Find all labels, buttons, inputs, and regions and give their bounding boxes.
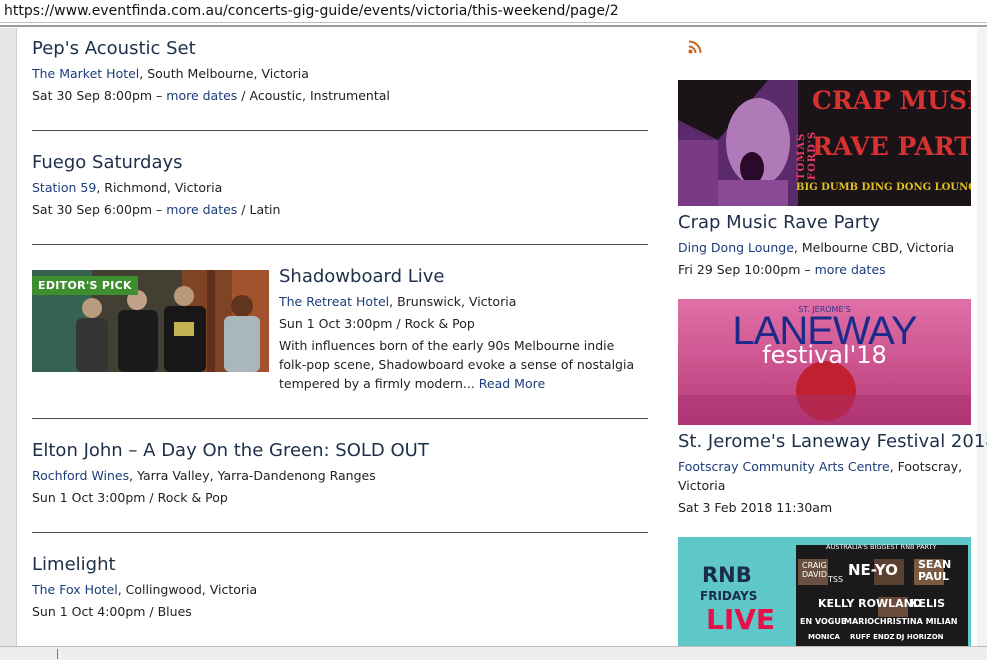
lineup-kelly: KELLY ROWLAND [818,597,922,610]
promo-location: Ding Dong Lounge, Melbourne CBD, Victori… [678,240,955,255]
banner-title-line2: RAVE PARTY [812,132,971,161]
event-date: Sat 30 Sep 8:00pm – more dates / Acousti… [32,88,390,103]
event-title[interactable]: Limelight [32,554,116,575]
lineup-monica: MONICA [808,633,840,641]
lineup-envogue: EN VOGUE [800,617,847,626]
lineup-kelis: KELIS [910,597,946,610]
left-margin [0,28,17,648]
event-description: With influences born of the early 90s Me… [279,338,635,391]
more-dates-link[interactable]: more dates [166,202,237,217]
divider [32,418,648,419]
status-bar [0,646,987,660]
event-title[interactable]: Pep's Acoustic Set [32,38,196,59]
event-date: Sun 1 Oct 3:00pm / Rock & Pop [279,316,475,331]
lineup-ruff: RUFF ENDZ [850,633,895,641]
event-venue-link[interactable]: Station 59 [32,180,96,195]
event-venue-link[interactable]: The Market Hotel [32,66,139,81]
lineup-neyo: NE-YO [848,561,898,579]
promo-venue-link[interactable]: Ding Dong Lounge [678,240,794,255]
promo-date: Sat 3 Feb 2018 11:30am [678,500,833,515]
banner-tagline: AUSTRALIA'S BIGGEST RNB PARTY [826,543,937,551]
promo-venue-link[interactable]: Footscray Community Arts Centre [678,459,890,474]
scrollbar-track[interactable] [977,28,987,648]
event-date: Sun 1 Oct 4:00pm / Blues [32,604,192,619]
event-location: The Retreat Hotel, Brunswick, Victoria [279,294,517,309]
banner-title-line1: CRAP MUSIC [812,86,971,115]
event-venue-link[interactable]: The Retreat Hotel [279,294,389,309]
promo-location: Footscray Community Arts Centre, Footscr… [678,459,963,493]
event-title[interactable]: Elton John – A Day On the Green: SOLD OU… [32,440,429,461]
lineup-sean: SEAN PAUL [918,558,952,583]
promo-banner-laneway[interactable]: ST. JEROME'S LANEWAY festival'18 [678,299,971,425]
editors-pick-badge: EDITOR'S PICK [32,276,138,295]
banner-subtitle: BIG DUMB DING DONG LOUNGE PARTIES [796,182,971,193]
promo-date: Fri 29 Sep 10:00pm – more dates [678,262,886,277]
lineup-christina: CHRISTINA MILIAN [874,617,958,626]
divider [32,130,648,131]
event-location: The Market Hotel, South Melbourne, Victo… [32,66,309,81]
banner-logo-line1: RNB [702,563,752,587]
more-dates-link[interactable]: more dates [166,88,237,103]
lineup-mario: MARIO [844,617,875,626]
banner-logo-line2: FRIDAYS [700,589,758,603]
read-more-link[interactable]: Read More [479,376,545,391]
event-thumbnail[interactable]: EDITOR'S PICK [32,270,269,372]
promo-title[interactable]: St. Jerome's Laneway Festival 2018 [678,431,987,452]
divider [32,532,648,533]
event-date: Sun 1 Oct 3:00pm / Rock & Pop [32,490,228,505]
event-location: The Fox Hotel, Collingwood, Victoria [32,582,258,597]
event-date: Sat 30 Sep 6:00pm – more dates / Latin [32,202,281,217]
divider [32,244,648,245]
banner-logo-line3: LIVE [706,603,776,636]
url-text: https://www.eventfinda.com.au/concerts-g… [4,3,619,19]
lineup-tss: TSS [828,575,844,584]
address-bar[interactable]: https://www.eventfinda.com.au/concerts-g… [0,0,987,23]
event-location: Rochford Wines, Yarra Valley, Yarra-Dand… [32,468,376,483]
event-venue-link[interactable]: Rochford Wines [32,468,129,483]
rss-icon[interactable] [688,40,702,54]
toolbar-divider [0,25,987,27]
event-location: Station 59, Richmond, Victoria [32,180,223,195]
more-dates-link[interactable]: more dates [815,262,886,277]
event-title[interactable]: Shadowboard Live [279,266,444,287]
promo-banner-crap-music[interactable]: TOMAS FORD'S CRAP MUSIC RAVE PARTY BIG D… [678,80,971,206]
banner-presenter: TOMAS FORD'S [796,130,818,180]
event-title[interactable]: Fuego Saturdays [32,152,183,173]
banner-subtitle: festival'18 [762,341,887,369]
event-venue-link[interactable]: The Fox Hotel [32,582,118,597]
lineup-dj: DJ HORIZON [896,633,944,641]
promo-title[interactable]: Crap Music Rave Party [678,212,880,233]
promo-banner-rnb-fridays[interactable]: AUSTRALIA'S BIGGEST RNB PARTY RNB FRIDAY… [678,537,971,646]
